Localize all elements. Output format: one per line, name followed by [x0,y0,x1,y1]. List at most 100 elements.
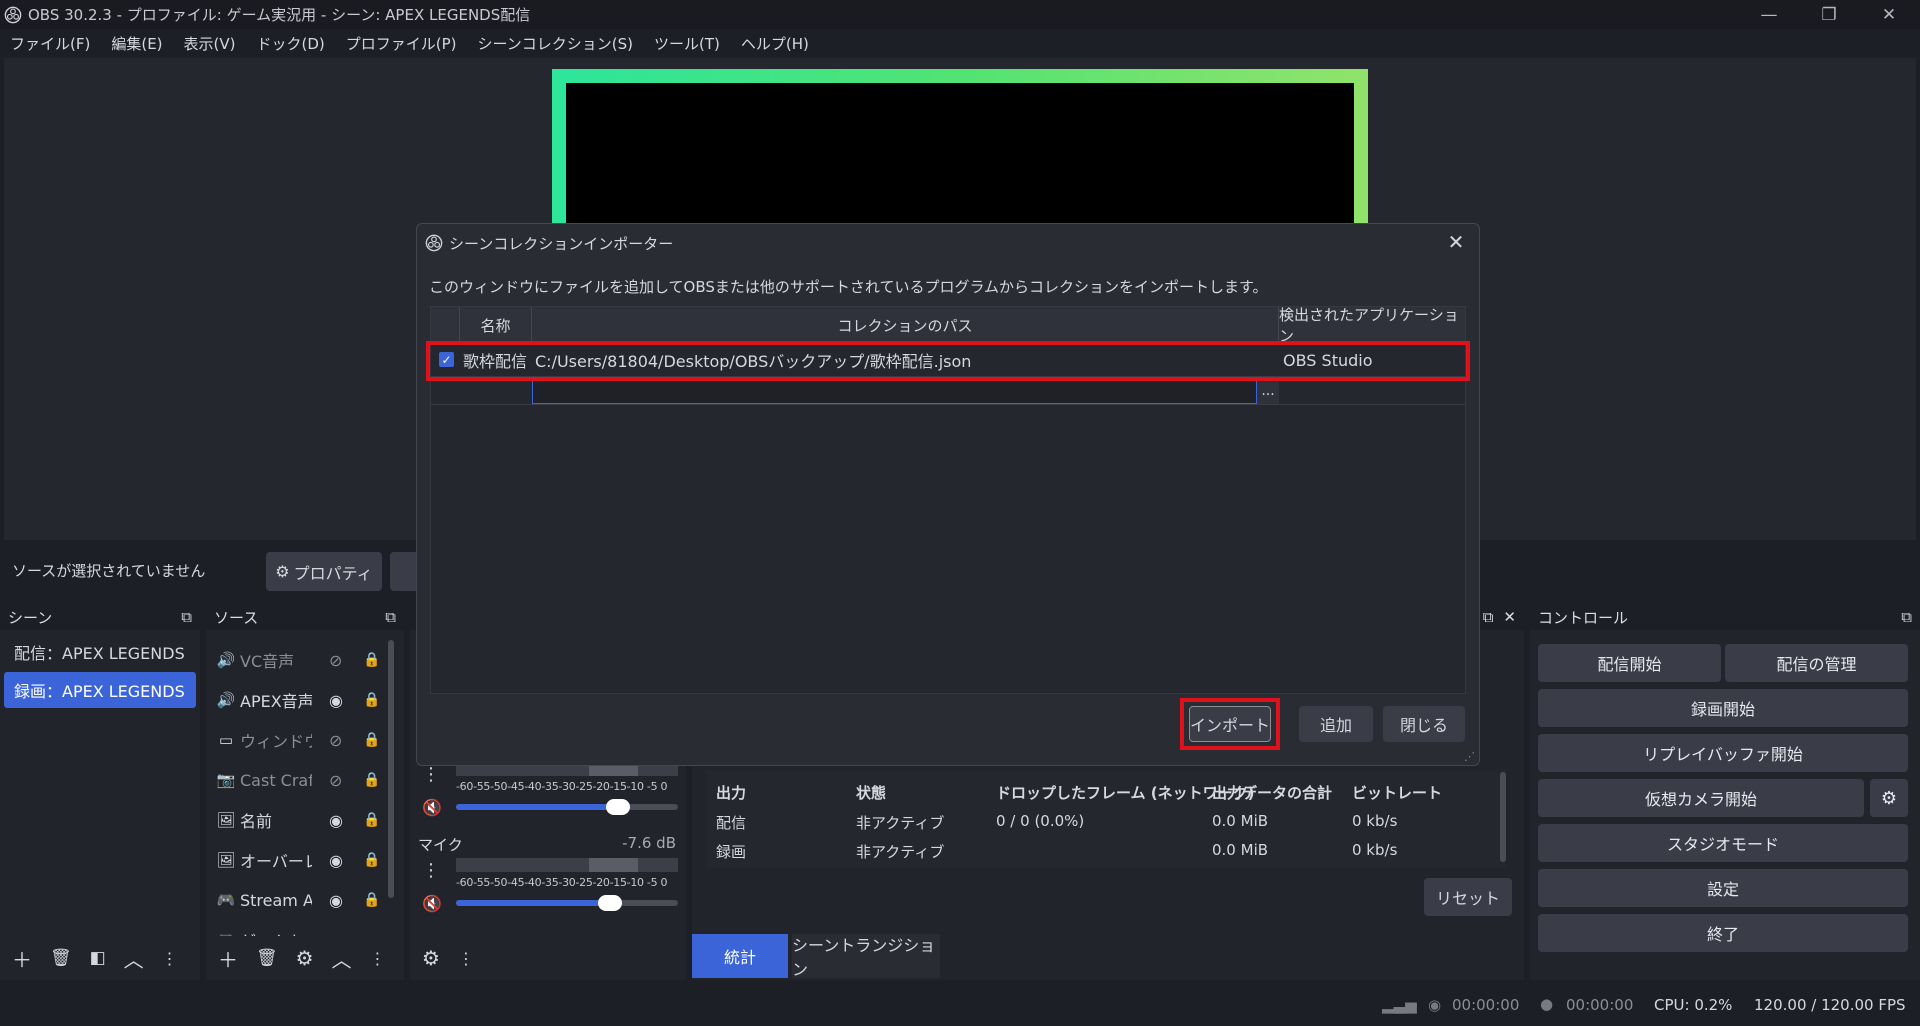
dialog-title-bar: シーンコレクションインポーター [417,224,1479,262]
eye-icon[interactable]: ◉ [329,891,343,910]
volume-slider[interactable] [456,799,678,815]
exit-button[interactable]: 終了 [1538,914,1908,952]
source-item[interactable]: 📷 Cast Craft ⊘ 🔒 [216,760,394,800]
restore-button[interactable]: ❐ [1800,0,1858,29]
eye-icon[interactable]: ◉ [329,811,343,830]
tab-stats[interactable]: 統計 [692,934,788,978]
stream-time: 00:00:00 [1452,996,1520,1014]
stats-cell: 非アクティブ [856,843,945,861]
source-label: Cast Craft [240,770,312,790]
lock-icon[interactable]: 🔒 [363,652,380,668]
eye-icon[interactable]: ◉ [329,851,343,870]
tab-scene-transition[interactable]: シーントランジション [792,934,940,979]
remove-scene-icon[interactable]: 🗑 [50,948,72,968]
source-item[interactable]: ▭ ウィンドウキャプチャ ⊘ 🔒 [216,720,394,760]
more-icon[interactable]: ⋮ [370,949,386,968]
path-input[interactable] [532,378,1257,404]
reset-button[interactable]: リセット [1424,878,1512,916]
menu-edit[interactable]: 編集(E) [111,33,162,54]
stats-col-header: 出力 [716,784,747,802]
properties-button[interactable]: ⚙ プロパティ [266,552,382,591]
eye-off-icon[interactable]: ⊘ [329,771,342,790]
undock-icon[interactable]: ⧉ [385,608,396,626]
add-source-icon[interactable]: ＋ [218,944,238,973]
lock-icon[interactable]: 🔒 [363,732,380,748]
source-item[interactable]: 🎮Stream Av ◉ 🔒 [216,880,394,920]
source-item[interactable]: 🔊 VC音声 ⊘ 🔒 [216,640,394,680]
scene-item[interactable]: 配信：APEX LEGENDS [4,634,196,670]
menu-dock[interactable]: ドック(D) [257,33,325,54]
undock-icon[interactable]: ⧉ [181,608,192,626]
add-scene-icon[interactable]: ＋ [12,944,32,973]
scene-item-selected[interactable]: 録画：APEX LEGENDS [4,672,196,708]
move-up-icon[interactable]: ︿ [332,944,352,973]
undock-icon[interactable]: ⧉ [1483,608,1494,626]
sources-scrollbar[interactable] [388,640,394,898]
replay-buffer-button[interactable]: リプレイバッファ開始 [1538,734,1908,772]
volume-slider-fill [456,900,610,906]
lock-icon[interactable]: 🔒 [363,852,380,868]
stats-scrollbar[interactable] [1500,772,1506,862]
status-bar: ▂▃▅ ◉ 00:00:00 ● 00:00:00 CPU: 0.2% 120.… [0,986,1920,1026]
close-window-button[interactable]: ✕ [1860,0,1918,29]
source-item[interactable]: 🎮 ゲームキャプチャ [216,920,394,936]
channel-menu-icon[interactable]: ⋮ [422,860,440,881]
camera-icon: 📷 [216,771,236,789]
source-settings-icon[interactable]: ⚙ [296,946,314,970]
start-stream-button[interactable]: 配信開始 [1538,644,1721,682]
column-header-name[interactable]: 名称 [460,307,532,343]
more-icon[interactable]: ⋮ [162,949,178,968]
source-item[interactable]: 🖼 名前 ◉ 🔒 [216,800,394,840]
lock-icon[interactable]: 🔒 [363,812,380,828]
dialog-close-icon[interactable]: ✕ [1443,229,1469,255]
volume-slider[interactable] [456,895,678,911]
volume-slider-handle[interactable] [606,799,630,815]
lock-icon[interactable]: 🔒 [363,692,380,708]
column-header-path[interactable]: コレクションのパス [532,307,1279,343]
browse-button[interactable]: ... [1257,378,1279,404]
studio-mode-button[interactable]: スタジオモード [1538,824,1908,862]
resize-grip-icon[interactable]: ⋰ [1464,750,1475,763]
more-icon[interactable]: ⋮ [458,949,474,968]
remove-source-icon[interactable]: 🗑 [256,948,278,968]
eye-off-icon[interactable]: ⊘ [329,731,342,750]
add-button[interactable]: 追加 [1299,706,1373,742]
menu-view[interactable]: 表示(V) [184,33,236,54]
close-dialog-button[interactable]: 閉じる [1383,706,1465,742]
source-item[interactable]: 🖼オーバーレイ ◉ 🔒 [216,840,394,880]
close-dock-icon[interactable]: ✕ [1503,608,1516,626]
speaker-icon: 🔊 [216,651,236,669]
settings-button[interactable]: 設定 [1538,869,1908,907]
source-label: 名前 [240,812,273,831]
eye-off-icon[interactable]: ⊘ [329,651,342,670]
column-header-app[interactable]: 検出されたアプリケーション [1279,306,1465,345]
lock-icon[interactable]: 🔒 [363,772,380,788]
volume-slider-fill [456,804,616,810]
menu-file[interactable]: ファイル(F) [10,33,90,54]
muted-speaker-icon[interactable]: 🔇 [422,894,442,913]
menu-tools[interactable]: ツール(T) [654,33,720,54]
lock-icon[interactable]: 🔒 [363,892,380,908]
scene-filter-icon[interactable]: ◧ [90,948,106,968]
gamepad-icon: 🎮 [216,931,236,936]
source-label: Stream Av [240,890,312,910]
table-row-empty[interactable]: ... [431,377,1465,405]
channel-menu-icon[interactable]: ⋮ [422,764,440,785]
source-item[interactable]: 🔊 APEX音声 ◉ 🔒 [216,680,394,720]
volume-slider-handle[interactable] [598,895,622,911]
virtual-camera-settings-button[interactable]: ⚙ [1870,779,1908,817]
move-up-icon[interactable]: ︿ [124,944,144,973]
manage-stream-button[interactable]: 配信の管理 [1725,644,1908,682]
window-title: OBS 30.2.3 - プロファイル: ゲーム実況用 - シーン: APEX … [28,6,531,24]
channel-name: マイク [418,836,463,854]
start-recording-button[interactable]: 録画開始 [1538,689,1908,727]
eye-icon[interactable]: ◉ [329,691,343,710]
minimize-button[interactable]: — [1740,0,1798,29]
menu-profile[interactable]: プロファイル(P) [346,33,457,54]
virtual-camera-button[interactable]: 仮想カメラ開始 [1538,779,1864,817]
mixer-settings-icon[interactable]: ⚙ [422,946,440,970]
menu-scene-collection[interactable]: シーンコレクション(S) [478,33,633,54]
menu-help[interactable]: ヘルプ(H) [741,33,809,54]
undock-icon[interactable]: ⧉ [1901,608,1912,626]
muted-speaker-icon[interactable]: 🔇 [422,798,442,817]
